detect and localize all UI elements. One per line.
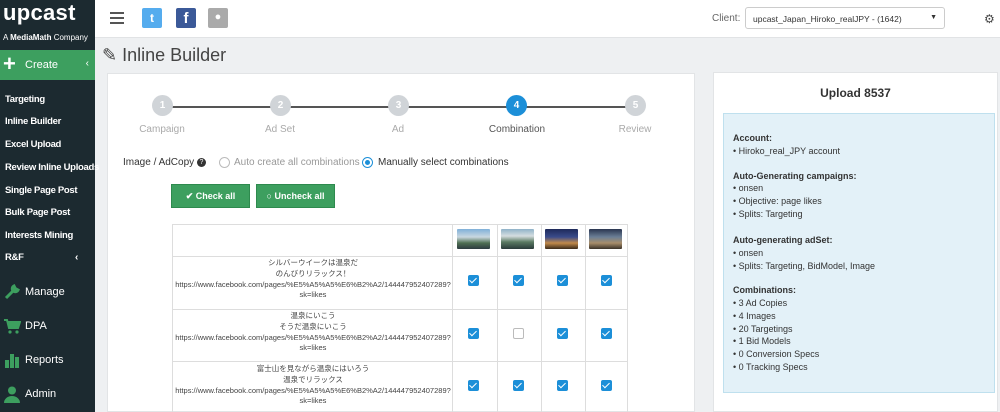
adcopy-cell-3: 富士山を見ながら温泉にはいろう 温泉でリラックス https://www.faceb… xyxy=(175,364,451,406)
combination-checkbox[interactable] xyxy=(557,328,568,339)
hamburger-menu-icon[interactable] xyxy=(110,12,124,24)
combination-checkbox[interactable] xyxy=(557,380,568,391)
combinations-item: • 0 Tracking Specs xyxy=(733,362,808,372)
combination-checkbox[interactable] xyxy=(513,380,524,391)
sidebar-item-rf-label: R&F xyxy=(5,252,24,263)
image-thumbnail-2 xyxy=(501,229,534,249)
combinations-heading: Combinations: xyxy=(733,285,796,295)
step-5[interactable]: 5 xyxy=(625,95,646,116)
combinations-item: • 0 Conversion Specs xyxy=(733,349,820,359)
sidebar-item-reports[interactable]: Reports xyxy=(0,346,95,376)
facebook-icon[interactable]: f xyxy=(176,8,196,28)
combinations-item: • 20 Targetings xyxy=(733,324,793,334)
client-label: Client: xyxy=(712,13,741,24)
logo-subtitle: A MediaMath Company xyxy=(3,33,88,42)
gear-icon[interactable]: ⚙ xyxy=(984,12,995,26)
campaigns-heading: Auto-Generating campaigns: xyxy=(733,171,857,181)
step-3[interactable]: 3 xyxy=(388,95,409,116)
manual-select-radio[interactable] xyxy=(362,157,373,168)
adset-item: • onsen xyxy=(733,248,764,258)
sidebar-item-manage[interactable]: Manage xyxy=(0,278,95,308)
combination-checkbox[interactable] xyxy=(557,275,568,286)
page-title: ✎ Inline Builder xyxy=(102,45,226,66)
step-label-review: Review xyxy=(618,124,652,135)
sidebar-item-interests-mining[interactable]: Interests Mining xyxy=(5,230,73,241)
sidebar-item-inline-builder[interactable]: Inline Builder xyxy=(5,116,61,127)
adset-item: • Splits: Targeting, BidModel, Image xyxy=(733,261,876,271)
auto-create-label[interactable]: Auto create all combinations xyxy=(234,157,360,168)
step-4[interactable]: 4 xyxy=(506,95,527,116)
sidebar-create-label: Create xyxy=(25,59,59,71)
brand-logo[interactable]: upcast A MediaMath Company xyxy=(0,0,95,50)
wrench-icon xyxy=(4,284,20,300)
adcopy-cell-2: 温泉にいこう そうだ温泉にいこう https://www.facebook.com/… xyxy=(175,311,451,353)
check-all-button[interactable]: ✔ Check all xyxy=(171,184,250,208)
chevron-left-icon: ‹ xyxy=(85,58,89,69)
image-thumbnail-1 xyxy=(457,229,490,249)
adset-heading: Auto-generating adSet: xyxy=(733,235,833,245)
sidebar-item-bulk-page-post[interactable]: Bulk Page Post xyxy=(5,207,70,218)
step-label-adset: Ad Set xyxy=(264,124,296,135)
top-bar: t f ● Client: upcast_Japan_Hiroko_realJP… xyxy=(95,0,1000,38)
step-label-ad: Ad xyxy=(391,124,405,135)
uncheck-all-button[interactable]: ○ Uncheck all xyxy=(256,184,335,208)
sidebar-item-dpa-label: DPA xyxy=(25,320,47,332)
sidebar-item-dpa[interactable]: DPA xyxy=(0,312,95,342)
combination-checkbox[interactable] xyxy=(601,275,612,286)
sidebar-item-single-page-post[interactable]: Single Page Post xyxy=(5,185,78,196)
sidebar-item-admin[interactable]: Admin xyxy=(0,380,95,410)
combination-checkbox[interactable] xyxy=(468,328,479,339)
combination-checkbox[interactable] xyxy=(601,380,612,391)
caret-down-icon: ▼ xyxy=(930,14,937,21)
sidebar-item-reports-label: Reports xyxy=(25,354,64,366)
account-item: • Hiroko_real_JPY account xyxy=(733,146,841,156)
campaigns-item: • onsen xyxy=(733,183,764,193)
page-title-text: Inline Builder xyxy=(122,45,227,65)
twitter-icon[interactable]: t xyxy=(142,8,162,28)
client-select[interactable]: upcast_Japan_Hiroko_realJPY - (1642) ▼ xyxy=(745,7,945,29)
manual-select-label[interactable]: Manually select combinations xyxy=(378,157,509,168)
combination-checkbox[interactable] xyxy=(513,275,524,286)
apple-icon[interactable]: ● xyxy=(208,8,228,28)
step-label-campaign: Campaign xyxy=(139,124,185,135)
image-thumbnail-3 xyxy=(545,229,578,249)
sidebar-item-rf[interactable]: R&F ‹ xyxy=(5,252,93,263)
pencil-icon: ✎ xyxy=(102,45,118,65)
combination-checkbox[interactable] xyxy=(513,328,524,339)
campaigns-item: • Objective: page likes xyxy=(733,196,822,206)
image-thumbnail-4 xyxy=(589,229,622,249)
sidebar-item-excel-upload[interactable]: Excel Upload xyxy=(5,139,61,150)
sidebar-item-manage-label: Manage xyxy=(25,286,65,298)
combination-checkbox[interactable] xyxy=(601,328,612,339)
sidebar-item-targeting[interactable]: Targeting xyxy=(5,94,45,105)
adcopy-cell-1: シルバーウイークは温泉だ のんびりリラックス！ https://www.facebo… xyxy=(175,258,451,300)
account-heading: Account: xyxy=(733,133,772,143)
sidebar-create[interactable]: + Create ‹ xyxy=(0,50,95,80)
upload-title: Upload 8537 xyxy=(820,86,891,100)
image-adcopy-label: Image / AdCopy ? xyxy=(123,157,206,168)
cart-icon xyxy=(4,319,21,334)
combinations-item: • 1 Bid Models xyxy=(733,336,791,346)
check-circle-icon: ✔ xyxy=(185,191,194,201)
client-select-value: upcast_Japan_Hiroko_realJPY - (1642) xyxy=(753,14,902,24)
campaigns-item: • Splits: Targeting xyxy=(733,209,803,219)
chevron-left-icon: ‹ xyxy=(75,252,79,263)
combination-checkbox[interactable] xyxy=(468,380,479,391)
combinations-item: • 4 Images xyxy=(733,311,776,321)
help-icon[interactable]: ? xyxy=(196,157,206,167)
circle-icon: ○ xyxy=(266,191,272,201)
bar-chart-icon xyxy=(5,354,19,368)
plus-icon: + xyxy=(3,51,16,76)
user-icon xyxy=(4,386,20,403)
step-label-combination: Combination xyxy=(488,124,546,135)
combinations-item: • 3 Ad Copies xyxy=(733,298,788,308)
step-2[interactable]: 2 xyxy=(270,95,291,116)
sidebar-item-admin-label: Admin xyxy=(25,388,57,400)
auto-create-radio[interactable] xyxy=(219,157,230,168)
sidebar-item-review-inline-uploads[interactable]: Review Inline Uploads xyxy=(5,162,99,173)
combination-checkbox[interactable] xyxy=(468,275,479,286)
step-1[interactable]: 1 xyxy=(152,95,173,116)
logo-text: upcast xyxy=(3,0,76,25)
